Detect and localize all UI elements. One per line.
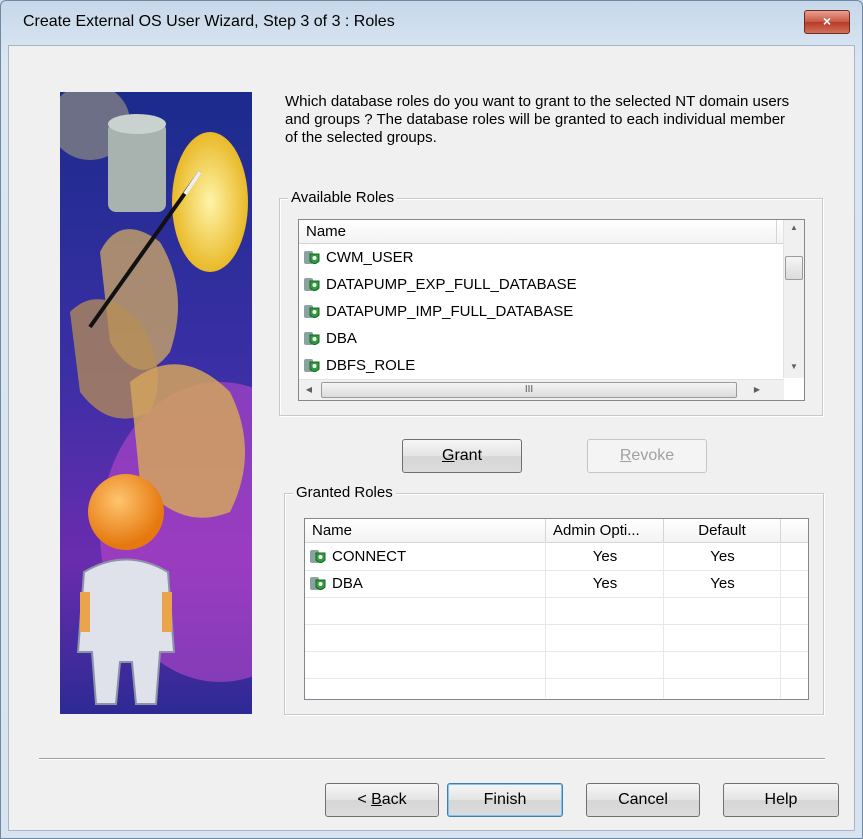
scroll-left-icon[interactable]: ◀ — [299, 385, 319, 394]
role-icon — [304, 305, 320, 318]
hscroll-grip: III — [524, 384, 534, 395]
table-row[interactable]: DBA Yes Yes — [307, 570, 807, 597]
intro-text: Which database roles do you want to gran… — [285, 93, 790, 146]
admin-option-value: Yes — [592, 575, 618, 592]
horizontal-scrollbar[interactable]: ◀ III ▶ — [299, 379, 784, 400]
grid-line — [305, 597, 808, 598]
role-name: DBFS_ROLE — [326, 357, 416, 374]
granted-roles-table[interactable]: Name Admin Opti... Default CONNECT Yes Y… — [304, 518, 809, 700]
hscroll-thumb[interactable]: III — [321, 382, 737, 398]
role-icon — [304, 251, 320, 264]
scroll-up-icon[interactable]: ▲ — [784, 223, 804, 232]
granted-table-header: Name Admin Opti... Default — [305, 519, 808, 543]
available-roles-list[interactable]: Name CWM_USER DATAPUMP_EXP_FULL_DATABASE… — [298, 219, 805, 401]
scroll-thumb[interactable] — [785, 256, 803, 280]
role-icon — [304, 332, 320, 345]
separator — [39, 758, 825, 760]
role-icon — [304, 278, 320, 291]
revoke-button[interactable]: Revoke — [587, 439, 707, 473]
scroll-down-icon[interactable]: ▼ — [784, 362, 804, 371]
grant-button[interactable]: Grant — [402, 439, 522, 473]
role-icon — [310, 577, 326, 590]
role-name: DATAPUMP_IMP_FULL_DATABASE — [326, 303, 574, 320]
dialog-client-area: Which database roles do you want to gran… — [8, 45, 855, 831]
available-roles-group: Available Roles Name CWM_USER DATAPUMP_E… — [279, 189, 823, 416]
close-button[interactable]: × — [804, 10, 850, 34]
available-roles-label: Available Roles — [288, 189, 398, 206]
default-value: Yes — [710, 575, 735, 592]
help-button[interactable]: Help — [723, 783, 839, 817]
grid-line — [305, 651, 808, 652]
role-name: DBA — [326, 330, 357, 347]
granted-role-name: DBA — [332, 575, 363, 592]
default-value: Yes — [710, 548, 735, 565]
role-icon — [304, 359, 320, 372]
finish-button[interactable]: Finish — [447, 783, 563, 817]
role-icon — [310, 550, 326, 563]
scroll-right-icon[interactable]: ▶ — [747, 385, 767, 394]
grid-line — [305, 678, 808, 679]
role-name: CWM_USER — [326, 249, 414, 266]
column-header-name[interactable]: Name — [305, 519, 546, 542]
cancel-button[interactable]: Cancel — [586, 783, 700, 817]
granted-roles-group: Granted Roles Name Admin Opti... Default… — [284, 484, 824, 715]
role-name: DATAPUMP_EXP_FULL_DATABASE — [326, 276, 577, 293]
available-list-header: Name — [299, 220, 784, 244]
grid-line — [305, 624, 808, 625]
column-header-name[interactable]: Name — [299, 220, 777, 243]
window-title: Create External OS User Wizard, Step 3 o… — [23, 13, 395, 30]
admin-option-value: Yes — [592, 548, 618, 565]
granted-role-name: CONNECT — [332, 548, 407, 565]
column-header-admin-option[interactable]: Admin Opti... — [546, 519, 664, 542]
granted-roles-label: Granted Roles — [293, 484, 396, 501]
title-bar[interactable]: Create External OS User Wizard, Step 3 o… — [1, 1, 862, 45]
close-icon: × — [822, 13, 832, 29]
wizard-image — [60, 92, 252, 714]
wizard-window: Create External OS User Wizard, Step 3 o… — [0, 0, 863, 839]
column-header-default[interactable]: Default — [664, 519, 781, 542]
table-row[interactable]: CONNECT Yes Yes — [307, 543, 807, 570]
vertical-scrollbar[interactable]: ▲ ▼ — [783, 220, 804, 378]
back-button[interactable]: < Back — [325, 783, 439, 817]
